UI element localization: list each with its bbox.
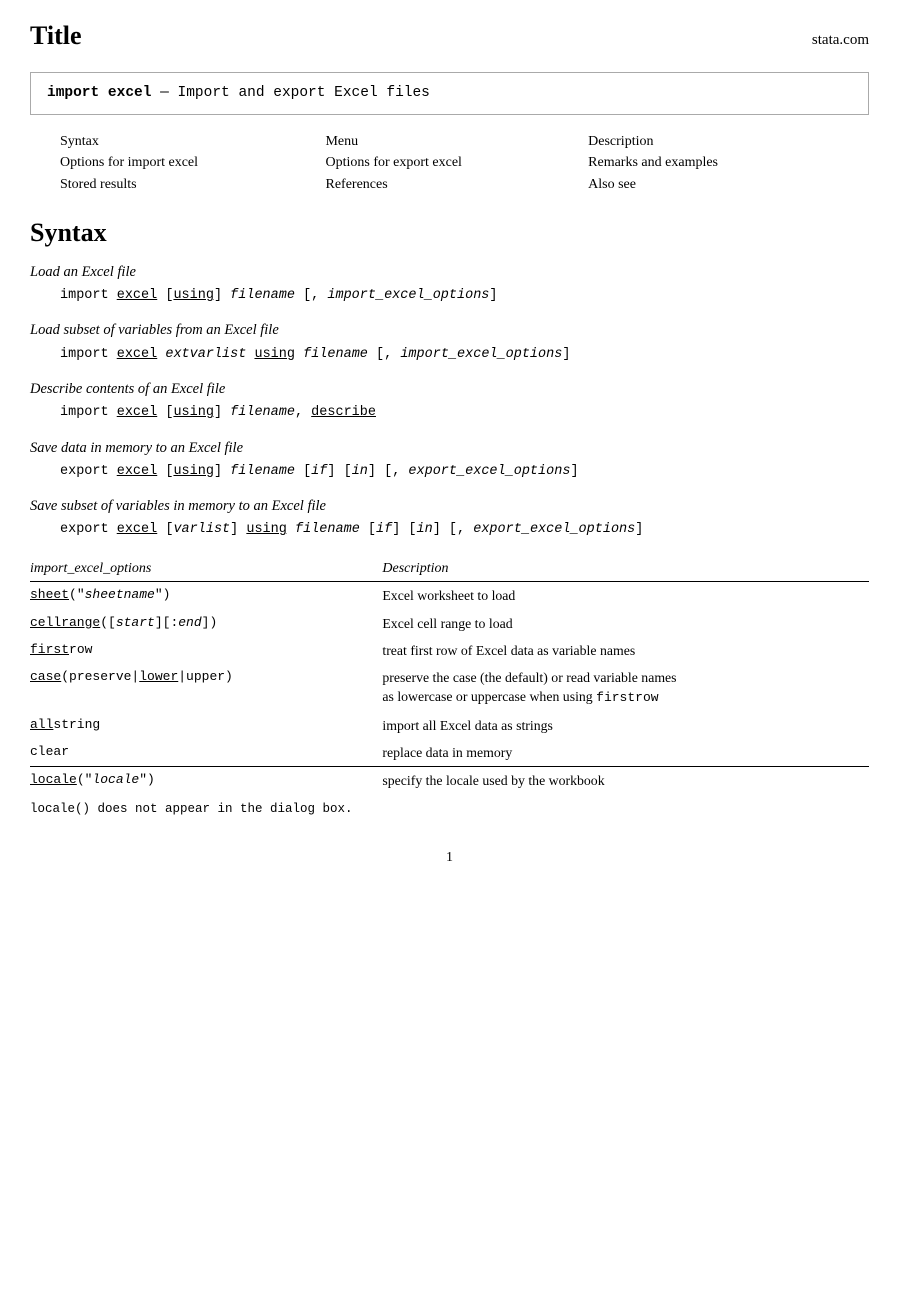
syntax-block-line: export excel [using] filename [if] [in] … <box>60 462 869 482</box>
option-name: case(preserve|lower|upper) <box>30 664 382 712</box>
page-number: 1 <box>0 848 899 868</box>
options-table-wrap: import_excel_options Description sheet("… <box>30 559 869 795</box>
syntax-block-line: import excel [using] filename, describe <box>60 403 869 423</box>
options-row: cellrange([start][:end])Excel cell range… <box>30 610 869 637</box>
syntax-block-line: import excel [using] filename [, import_… <box>60 286 869 306</box>
nav-link[interactable]: Menu <box>325 131 588 153</box>
nav-link[interactable]: Also see <box>588 174 839 196</box>
options-col2-header: Description <box>382 559 869 582</box>
nav-link[interactable]: Remarks and examples <box>588 152 839 174</box>
syntax-block-line: export excel [varlist] using filename [i… <box>60 520 869 540</box>
option-name: clear <box>30 739 382 767</box>
option-name: firstrow <box>30 637 382 664</box>
options-row: case(preserve|lower|upper)preserve the c… <box>30 664 869 712</box>
title-command: import excel <box>47 85 151 101</box>
footnote: locale() does not appear in the dialog b… <box>30 801 869 819</box>
nav-link[interactable]: Stored results <box>60 174 325 196</box>
option-desc: replace data in memory <box>382 739 869 767</box>
options-col1-header: import_excel_options <box>30 559 382 582</box>
options-row: locale("locale")specify the locale used … <box>30 767 869 795</box>
option-desc: preserve the case (the default) or read … <box>382 664 869 712</box>
title-box: import excel — Import and export Excel f… <box>30 72 869 114</box>
nav-link[interactable]: Description <box>588 131 839 153</box>
page-header: Title stata.com <box>0 0 899 64</box>
nav-links-table: SyntaxMenuDescriptionOptions for import … <box>60 131 839 196</box>
option-desc: specify the locale used by the workbook <box>382 767 869 795</box>
syntax-content: Load an Excel file import excel [using] f… <box>30 262 869 541</box>
page-title: Title <box>30 18 82 54</box>
option-desc: Excel worksheet to load <box>382 582 869 610</box>
options-row: firstrowtreat first row of Excel data as… <box>30 637 869 664</box>
syntax-block: Save subset of variables in memory to an… <box>30 496 869 541</box>
nav-link[interactable]: References <box>325 174 588 196</box>
option-name: cellrange([start][:end]) <box>30 610 382 637</box>
options-row: sheet("sheetname")Excel worksheet to loa… <box>30 582 869 610</box>
page-domain: stata.com <box>812 30 869 51</box>
title-description: Import and export Excel files <box>178 85 430 101</box>
syntax-block: Load subset of variables from an Excel f… <box>30 320 869 365</box>
option-name: allstring <box>30 712 382 739</box>
nav-row: Options for import excelOptions for expo… <box>60 152 839 174</box>
syntax-block-desc: Load an Excel file <box>30 262 869 282</box>
options-table: import_excel_options Description sheet("… <box>30 559 869 795</box>
option-name: locale("locale") <box>30 767 382 795</box>
syntax-block-desc: Load subset of variables from an Excel f… <box>30 320 869 340</box>
syntax-block: Describe contents of an Excel file import… <box>30 379 869 424</box>
syntax-block-desc: Save subset of variables in memory to an… <box>30 496 869 516</box>
title-separator: — <box>160 85 177 101</box>
nav-link[interactable]: Options for export excel <box>325 152 588 174</box>
options-row: allstringimport all Excel data as string… <box>30 712 869 739</box>
option-name: sheet("sheetname") <box>30 582 382 610</box>
syntax-block: Save data in memory to an Excel file expo… <box>30 438 869 483</box>
option-desc: import all Excel data as strings <box>382 712 869 739</box>
options-row: clearreplace data in memory <box>30 739 869 767</box>
syntax-block-desc: Describe contents of an Excel file <box>30 379 869 399</box>
nav-row: Stored resultsReferencesAlso see <box>60 174 839 196</box>
syntax-block-line: import excel extvarlist using filename [… <box>60 345 869 365</box>
options-header-row: import_excel_options Description <box>30 559 869 582</box>
nav-table: SyntaxMenuDescriptionOptions for import … <box>60 131 839 196</box>
nav-link[interactable]: Syntax <box>60 131 325 153</box>
nav-row: SyntaxMenuDescription <box>60 131 839 153</box>
nav-link[interactable]: Options for import excel <box>60 152 325 174</box>
option-desc: treat first row of Excel data as variabl… <box>382 637 869 664</box>
syntax-block: Load an Excel file import excel [using] f… <box>30 262 869 307</box>
syntax-block-desc: Save data in memory to an Excel file <box>30 438 869 458</box>
syntax-heading: Syntax <box>30 215 869 251</box>
option-desc: Excel cell range to load <box>382 610 869 637</box>
